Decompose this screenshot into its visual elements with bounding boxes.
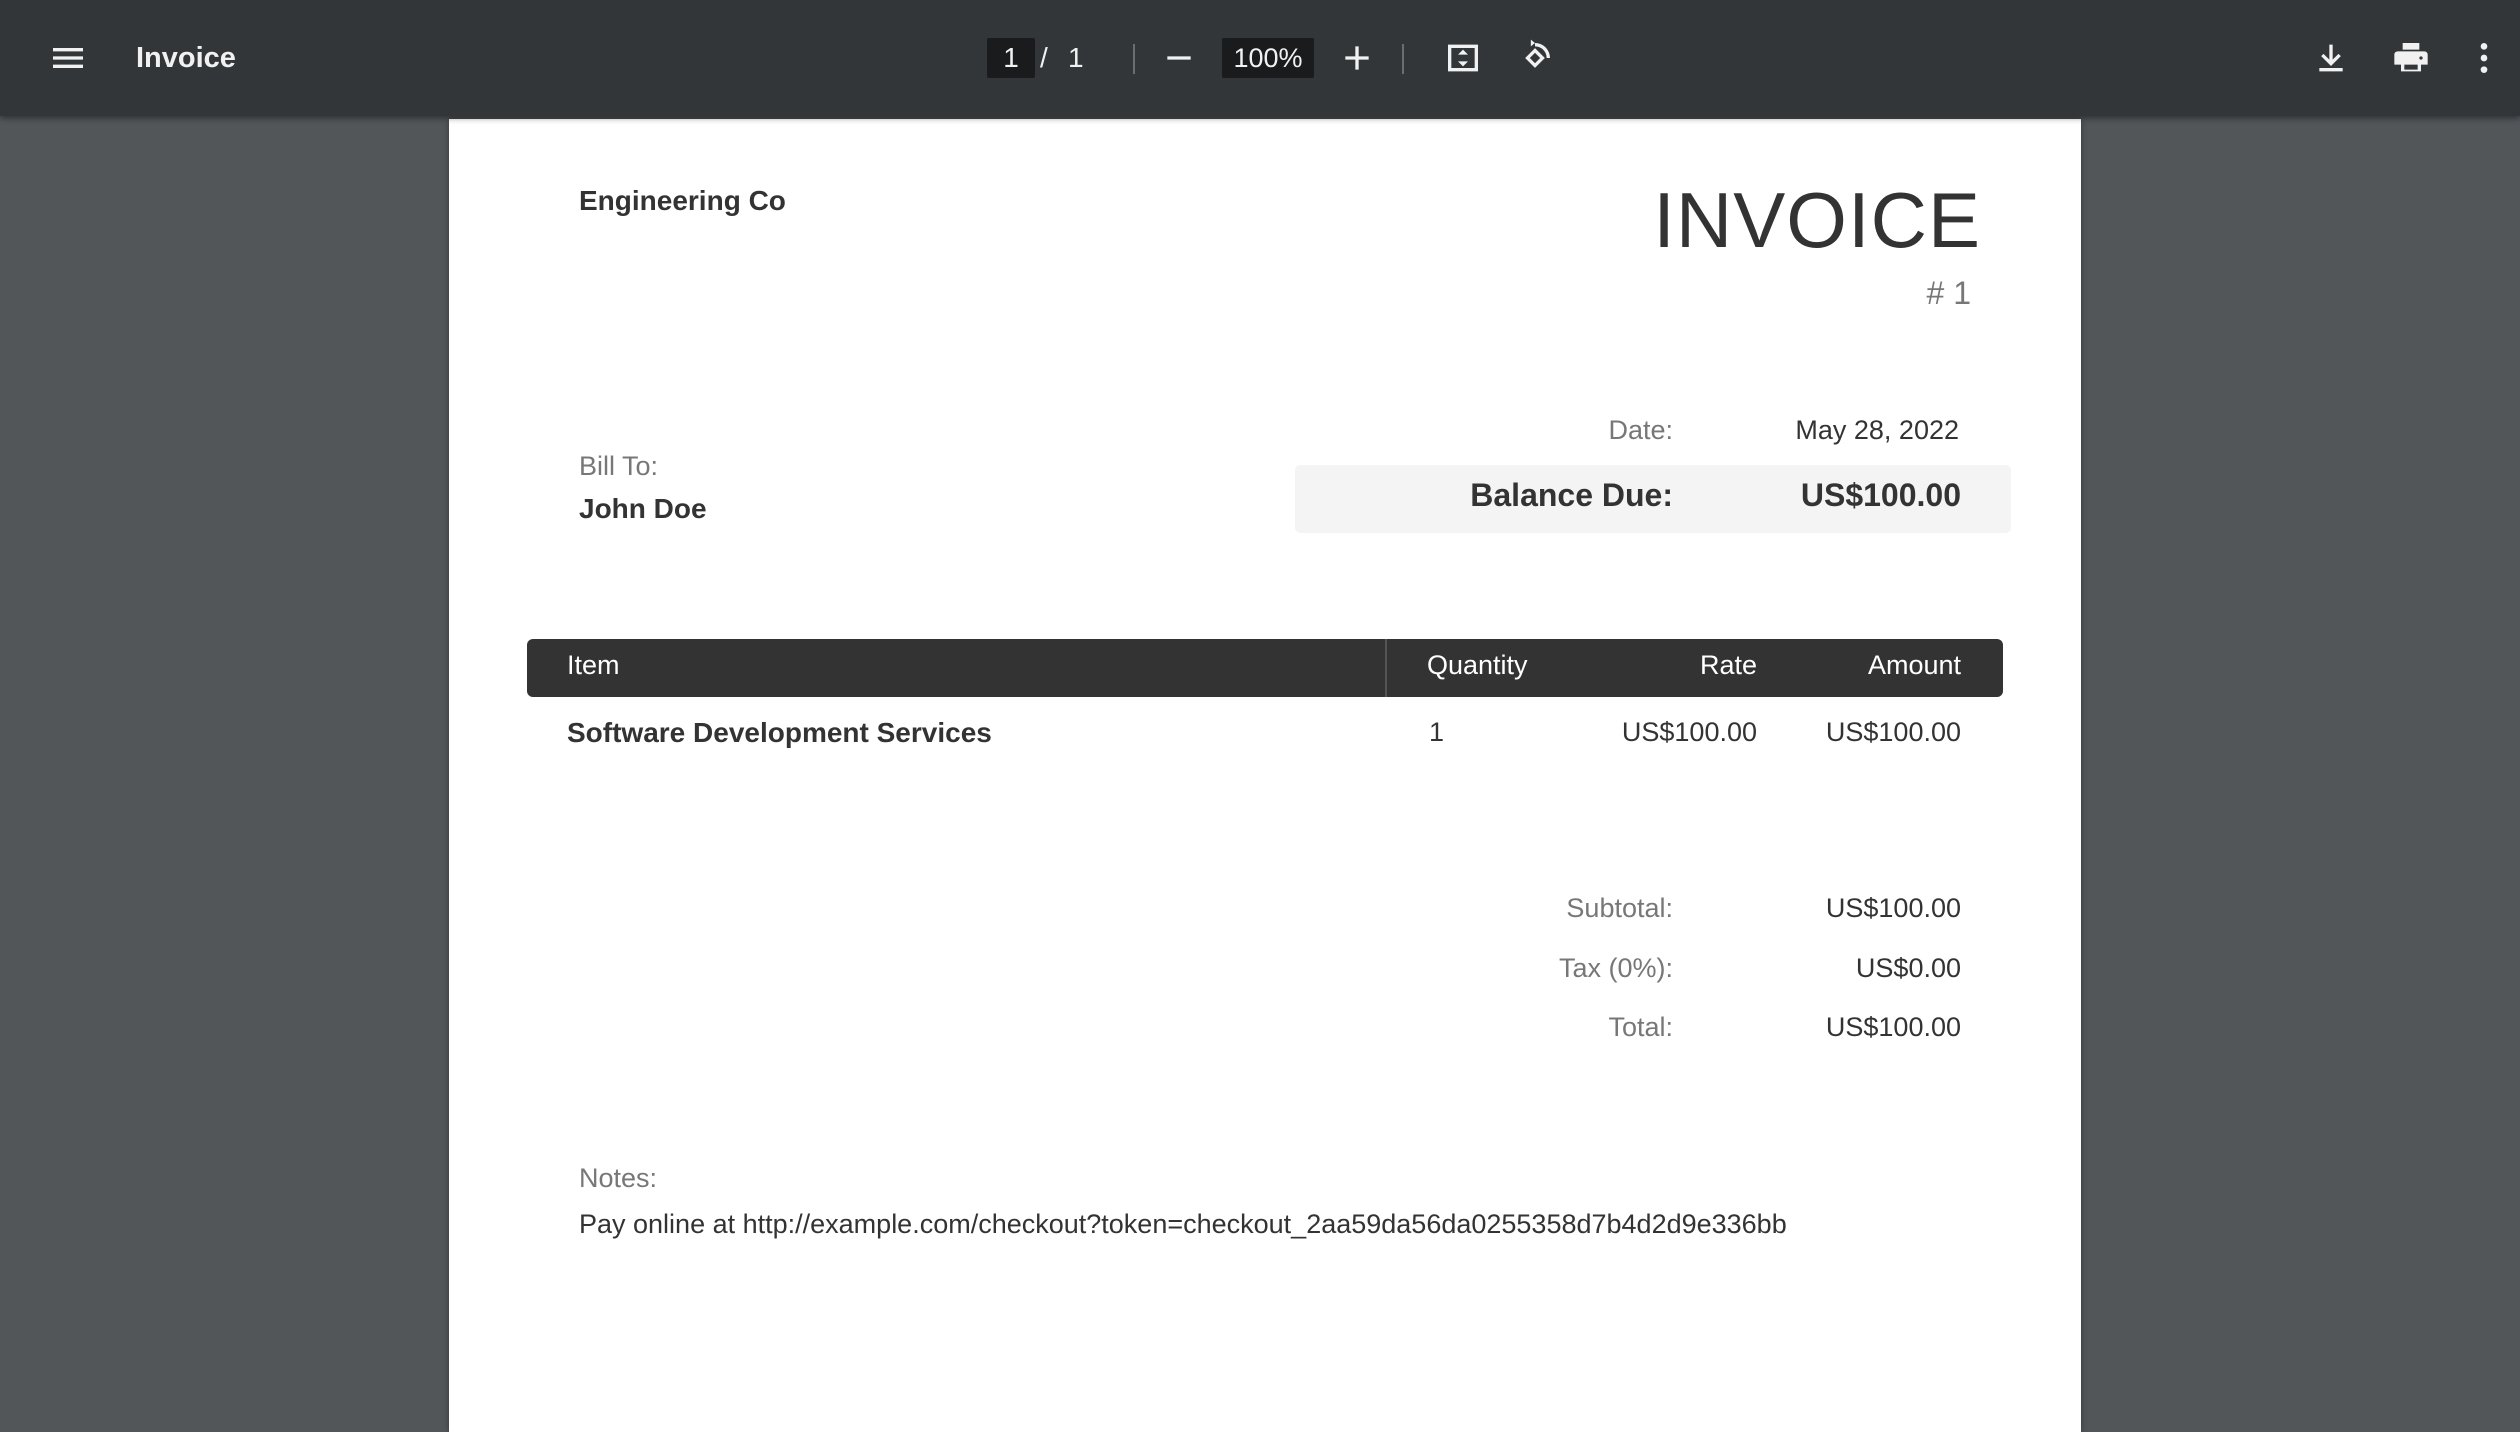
rotate-button[interactable] [1505,28,1565,88]
zoom-out-button[interactable] [1149,28,1209,88]
toolbar-divider [1133,44,1135,74]
bill-to-label: Bill To: [579,451,659,481]
zoom-in-button[interactable] [1327,28,1387,88]
column-divider [1385,639,1387,697]
document-title: Invoice [136,42,236,74]
download-icon [2319,44,2343,72]
subtotal-value: US$100.00 [1825,893,1961,923]
bill-to-name: John Doe [579,493,707,524]
invoice-title: INVOICE [1653,176,1981,264]
page-total: 1 [1068,42,1084,73]
date-value: May 28, 2022 [1795,415,1959,445]
balance-due-label: Balance Due: [1470,477,1673,513]
menu-icon [53,48,83,68]
row-amount: US$100.00 [1825,717,1961,747]
total-value: US$100.00 [1825,1012,1961,1042]
items-table-header: Item Quantity Rate Amount [527,639,2003,697]
plus-icon [1345,46,1369,70]
invoice-number: # 1 [1926,275,1971,311]
balance-due-value: US$100.00 [1800,477,1961,513]
print-button[interactable] [2381,28,2441,88]
page-number-input[interactable] [987,38,1035,78]
tax-label: Tax (0%): [1558,953,1673,983]
fit-page-icon [1448,44,1478,72]
header-item: Item [567,650,620,680]
row-quantity: 1 [1429,717,1445,747]
page-separator: / [1040,42,1048,73]
notes-label: Notes: [579,1163,658,1193]
subtotal-label: Subtotal: [1566,893,1673,923]
more-vert-icon [2480,43,2488,73]
row-rate: US$100.00 [1621,717,1757,747]
zoom-input[interactable] [1222,38,1314,78]
header-quantity: Quantity [1427,650,1528,680]
pdf-page: Engineering Co INVOICE # 1 Date: May 28,… [449,119,2081,1432]
download-button[interactable] [2301,28,2361,88]
row-item: Software Development Services [567,717,992,748]
rotate-icon [1525,39,1550,68]
header-rate: Rate [1699,650,1757,680]
notes-text[interactable]: Pay online at http://example.com/checkou… [579,1209,1787,1240]
total-label: Total: [1608,1012,1673,1042]
pdf-toolbar: Invoice / 1 [0,0,2520,116]
more-options-button[interactable] [2461,28,2507,88]
fit-to-page-button[interactable] [1433,28,1493,88]
toolbar-divider [1402,44,1404,74]
menu-button[interactable] [38,28,98,88]
date-label: Date: [1608,415,1673,445]
tax-value: US$0.00 [1855,953,1961,983]
minus-icon [1167,56,1191,60]
header-amount: Amount [1867,650,1961,680]
company-name: Engineering Co [579,185,786,216]
print-icon [2394,43,2428,72]
